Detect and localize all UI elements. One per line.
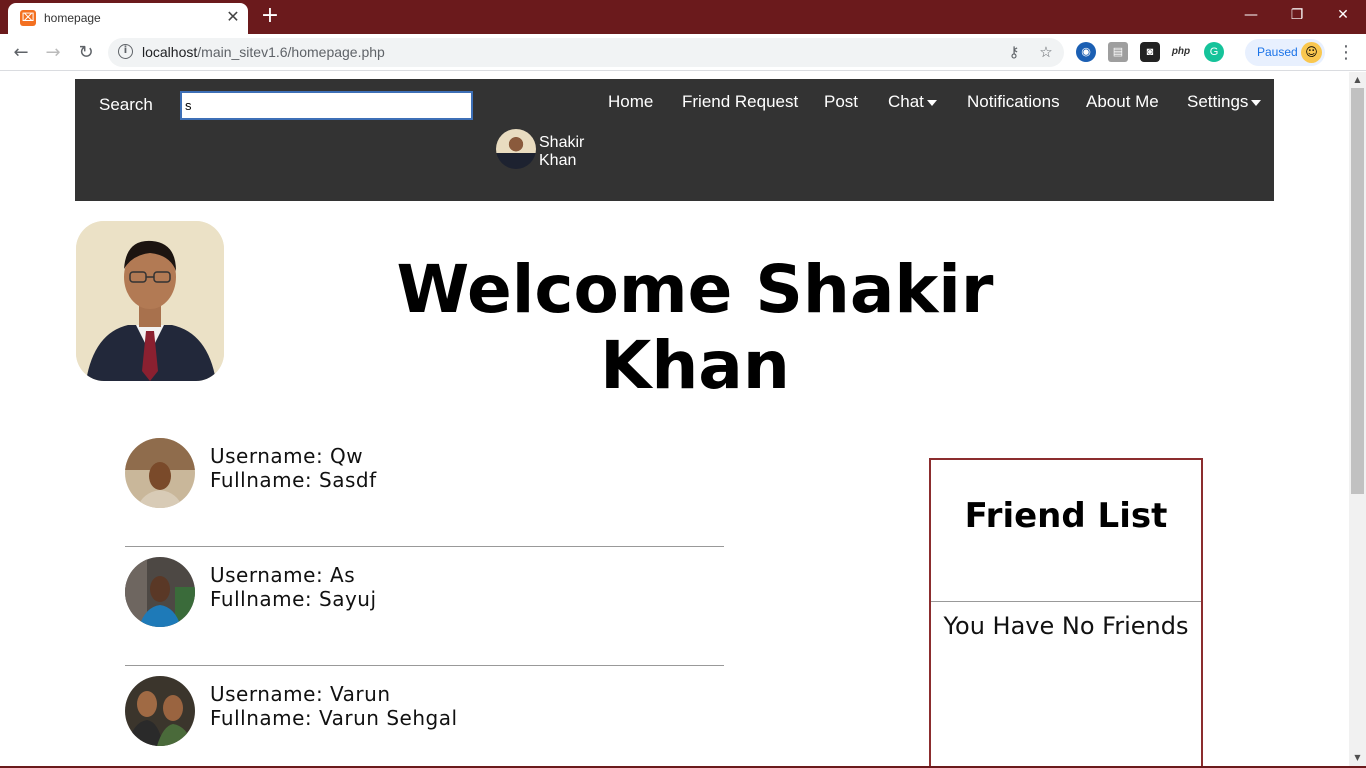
browser-titlebar: ⌧ homepage ✕ + — ❐ ✕ — [0, 0, 1366, 34]
nav-post-link[interactable]: Post — [824, 92, 858, 112]
user-username: Username: Qw — [210, 444, 364, 468]
extension-archive-icon[interactable]: ▤ — [1108, 42, 1128, 62]
extension-globe-icon[interactable]: ◉ — [1076, 42, 1096, 62]
list-item[interactable]: Username: Qw Fullname: Sasdf — [125, 438, 725, 510]
search-label: Search — [99, 95, 153, 114]
scroll-thumb[interactable] — [1351, 88, 1364, 494]
divider — [125, 546, 724, 547]
url-text[interactable]: localhost/main_sitev1.6/homepage.php — [142, 44, 385, 60]
nav-settings-label: Settings — [1187, 92, 1249, 111]
nav-user-avatar[interactable] — [496, 129, 536, 169]
person-avatar-icon — [125, 438, 195, 508]
people-avatar-icon — [125, 676, 195, 746]
site-navbar: Search Home Friend Request Post Chat Not… — [75, 79, 1274, 201]
scroll-down-icon[interactable]: ▼ — [1349, 750, 1366, 766]
url-host: localhost — [142, 44, 198, 60]
close-window-icon[interactable]: ✕ — [1320, 0, 1366, 30]
extension-incognito-icon[interactable]: ◙ — [1140, 42, 1160, 62]
address-bar[interactable]: i localhost/main_sitev1.6/homepage.php ⚷… — [108, 38, 1064, 67]
caret-down-icon — [1251, 99, 1262, 106]
friend-list-title: Friend List — [964, 496, 1168, 536]
info-icon[interactable]: i — [118, 44, 133, 59]
scroll-up-icon[interactable]: ▲ — [1349, 72, 1366, 88]
person-portrait-icon — [76, 221, 224, 381]
forward-icon[interactable]: → — [40, 40, 66, 66]
bookmark-star-icon[interactable]: ☆ — [1035, 41, 1057, 63]
user-fullname: Fullname: Sayuj — [210, 587, 377, 611]
search-input[interactable] — [180, 91, 473, 120]
profile-photo — [76, 221, 224, 381]
user-info: Username: Qw Fullname: Sasdf — [210, 444, 377, 492]
divider — [931, 601, 1201, 602]
divider — [125, 665, 724, 666]
user-info: Username: As Fullname: Sayuj — [210, 563, 377, 611]
browser-tab[interactable]: ⌧ homepage ✕ — [8, 3, 248, 34]
extension-php-icon[interactable]: php — [1171, 42, 1191, 62]
back-icon[interactable]: ← — [8, 40, 34, 66]
page-viewport: Search Home Friend Request Post Chat Not… — [0, 72, 1349, 766]
welcome-heading: Welcome Shakir Khan — [396, 251, 994, 404]
user-avatar[interactable] — [125, 676, 195, 746]
url-path: /main_sitev1.6/homepage.php — [197, 44, 385, 60]
user-info: Username: Varun Fullname: Varun Sehgal — [210, 682, 458, 730]
user-fullname: Fullname: Varun Sehgal — [210, 706, 458, 730]
profile-button[interactable]: Paused ☺ — [1245, 39, 1325, 66]
nav-settings-dropdown[interactable]: Settings — [1187, 92, 1262, 112]
person-avatar-icon — [125, 557, 195, 627]
profile-avatar-icon: ☺ — [1301, 42, 1322, 63]
extension-grammarly-icon[interactable]: G — [1204, 42, 1224, 62]
profile-status: Paused — [1257, 45, 1298, 59]
list-item[interactable]: Username: As Fullname: Sayuj — [125, 557, 725, 629]
minimize-icon[interactable]: — — [1228, 0, 1274, 30]
page-scrollbar[interactable]: ▲ ▼ — [1349, 72, 1366, 766]
browser-menu-icon[interactable]: ⋮ — [1336, 40, 1356, 66]
nav-chat-label: Chat — [888, 92, 924, 111]
user-username: Username: As — [210, 563, 356, 587]
key-icon[interactable]: ⚷ — [1003, 41, 1025, 63]
user-avatar[interactable] — [125, 438, 195, 508]
new-tab-icon[interactable]: + — [258, 5, 282, 29]
restore-icon[interactable]: ❐ — [1274, 0, 1320, 30]
nav-friend-request-link[interactable]: Friend Request — [682, 92, 798, 112]
caret-down-icon — [926, 99, 937, 106]
user-avatar[interactable] — [125, 557, 195, 627]
reload-icon[interactable]: ↻ — [73, 40, 99, 66]
nav-about-link[interactable]: About Me — [1086, 92, 1159, 112]
friend-list-panel: Friend List You Have No Friends — [929, 458, 1203, 766]
close-tab-icon[interactable]: ✕ — [224, 8, 242, 26]
nav-chat-dropdown[interactable]: Chat — [888, 92, 937, 112]
nav-home-link[interactable]: Home — [608, 92, 653, 112]
list-item[interactable]: Username: Varun Fullname: Varun Sehgal — [125, 676, 725, 748]
user-fullname: Fullname: Sasdf — [210, 468, 377, 492]
nav-notifications-link[interactable]: Notifications — [967, 92, 1060, 112]
tab-title: homepage — [44, 11, 101, 25]
user-username: Username: Varun — [210, 682, 391, 706]
nav-user-name[interactable]: Shakir Khan — [539, 134, 599, 170]
xampp-favicon-icon: ⌧ — [20, 10, 36, 26]
browser-toolbar: ← → ↻ i localhost/main_sitev1.6/homepage… — [0, 34, 1366, 71]
friend-list-empty-message: You Have No Friends — [943, 612, 1189, 640]
